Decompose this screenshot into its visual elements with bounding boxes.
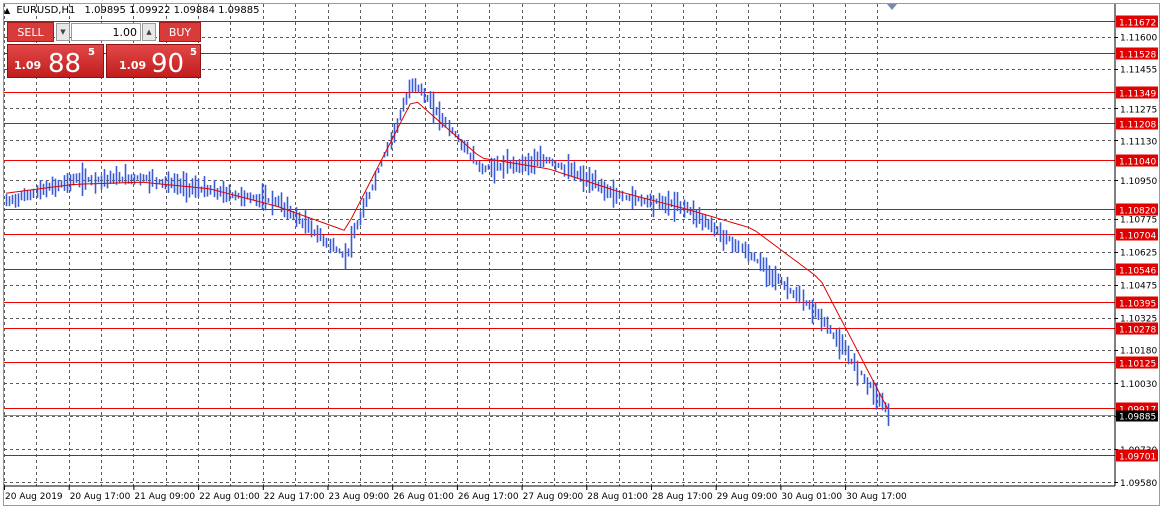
sell-button[interactable]: SELL [7,22,54,42]
sell-price-fraction: 5 [88,47,95,58]
level-label: 1.10395 [1119,300,1156,310]
time-tick-label: 28 Aug 17:00 [652,492,713,502]
level-label: 1.10704 [1119,232,1156,242]
level-label: 1.10820 [1119,207,1156,217]
level-label: 1.11528 [1119,51,1156,61]
price-tick-label: 1.11275 [1120,105,1157,115]
buy-price-prefix: 1.09 [119,59,147,72]
one-click-trading-panel: SELL ▼ ▲ BUY 1.09 88 5 1.09 90 5 [7,22,201,79]
time-tick-label: 22 Aug 17:00 [264,492,325,502]
level-label: 1.10278 [1119,326,1156,336]
level-label: 1.10546 [1119,267,1156,277]
chart-title: ▲ EURUSD,H1 1.09895 1.09922 1.09884 1.09… [4,5,260,16]
ohlc-values: 1.09895 1.09922 1.09884 1.09885 [84,5,260,16]
time-tick-label: 23 Aug 09:00 [329,492,390,502]
time-tick-label: 26 Aug 01:00 [393,492,454,502]
sell-price-pips: 88 [48,49,82,79]
sell-price-prefix: 1.09 [14,59,42,72]
time-tick-label: 22 Aug 01:00 [199,492,260,502]
time-tick-label: 30 Aug 17:00 [846,492,907,502]
buy-price-fraction: 5 [190,47,197,58]
buy-button[interactable]: BUY [159,22,201,42]
time-tick-label: 30 Aug 01:00 [781,492,842,502]
time-tick-label: 20 Aug 2019 [5,492,63,502]
time-tick-label: 27 Aug 09:00 [523,492,584,502]
time-tick-label: 29 Aug 09:00 [717,492,778,502]
current-price-label: 1.09885 [1119,413,1156,423]
buy-price-box[interactable]: 1.09 90 5 [106,44,201,79]
sell-price-box[interactable]: 1.09 88 5 [7,44,104,79]
price-tick-label: 1.11130 [1120,137,1157,147]
time-tick-label: 26 Aug 17:00 [458,492,519,502]
level-label: 1.11349 [1119,90,1156,100]
level-label: 1.09701 [1119,453,1156,463]
level-label: 1.11672 [1119,19,1156,29]
price-tick-label: 1.10475 [1120,282,1157,292]
price-tick-label: 1.10950 [1120,177,1157,187]
price-tick-label: 1.11600 [1120,34,1157,44]
price-tick-label: 1.10030 [1120,380,1157,390]
price-tick-label: 1.10180 [1120,347,1157,357]
chart-window[interactable]: 1.11600 1.11455 1.11275 1.11130 1.10950 1.107… [0,0,1163,509]
price-tick-label: 1.09580 [1120,479,1157,489]
level-label: 1.11040 [1119,158,1156,168]
symbol-label: EURUSD,H1 [16,5,76,16]
price-tick-label: 1.10625 [1120,249,1157,259]
time-tick-label: 20 Aug 17:00 [70,492,131,502]
price-tick-label: 1.10775 [1120,216,1157,226]
level-label: 1.11208 [1119,121,1156,131]
price-tick-label: 1.11455 [1120,66,1157,76]
time-tick-label: 21 Aug 09:00 [134,492,195,502]
time-tick-label: 28 Aug 01:00 [587,492,648,502]
buy-price-pips: 90 [151,49,185,79]
volume-decrease-button[interactable]: ▼ [56,23,70,41]
level-label: 1.10125 [1119,360,1156,370]
collapse-triangle-icon[interactable]: ▲ [4,6,10,15]
volume-increase-button[interactable]: ▲ [142,23,156,41]
volume-input[interactable] [71,23,141,41]
